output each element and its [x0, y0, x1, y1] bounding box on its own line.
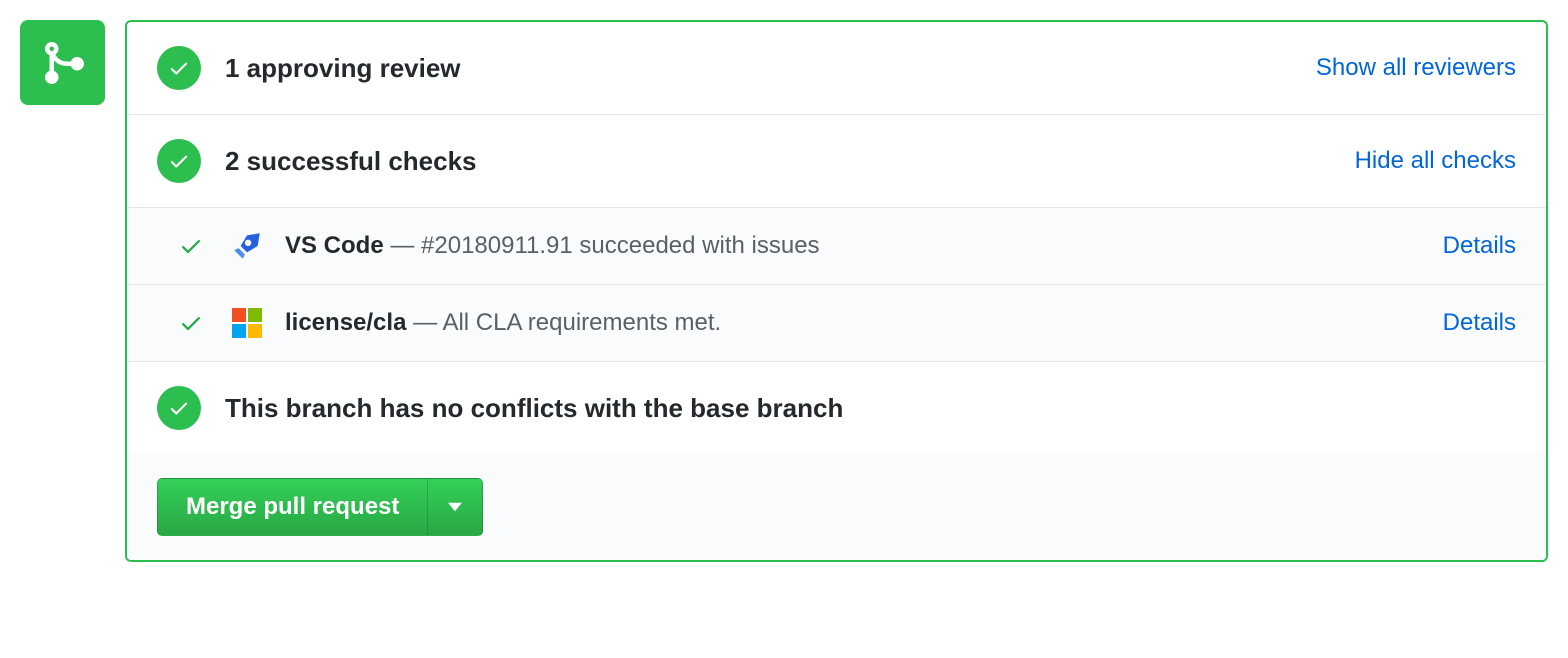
reviews-title: 1 approving review	[225, 53, 1316, 84]
check-name: VS Code	[285, 232, 384, 259]
merge-panel-container: 1 approving review Show all reviewers 2 …	[20, 20, 1548, 562]
hide-checks-link[interactable]: Hide all checks	[1355, 147, 1516, 175]
merge-button-group: Merge pull request	[157, 478, 483, 536]
azure-pipelines-icon	[229, 228, 265, 264]
show-reviewers-link[interactable]: Show all reviewers	[1316, 54, 1516, 82]
check-text: license/cla — All CLA requirements met.	[285, 309, 1443, 337]
conflicts-section: This branch has no conflicts with the ba…	[127, 362, 1546, 454]
conflicts-title: This branch has no conflicts with the ba…	[225, 393, 1516, 424]
git-merge-icon	[39, 39, 87, 87]
check-details-link[interactable]: Details	[1443, 309, 1516, 337]
merge-status-badge	[20, 20, 105, 105]
check-details-link[interactable]: Details	[1443, 232, 1516, 260]
check-text: VS Code — #20180911.91 succeeded with is…	[285, 232, 1443, 260]
check-description: All CLA requirements met.	[442, 309, 721, 336]
checks-section: 2 successful checks Hide all checks	[127, 115, 1546, 208]
reviews-section: 1 approving review Show all reviewers	[127, 22, 1546, 115]
check-circle-icon	[157, 46, 201, 90]
caret-down-icon	[448, 502, 462, 512]
check-separator: —	[406, 309, 442, 336]
check-item-vscode: VS Code — #20180911.91 succeeded with is…	[127, 208, 1546, 285]
microsoft-logo-icon	[229, 305, 265, 341]
merge-footer: Merge pull request	[127, 454, 1546, 560]
check-icon	[177, 309, 205, 337]
check-name: license/cla	[285, 309, 406, 336]
checks-title: 2 successful checks	[225, 146, 1355, 177]
merge-pull-request-button[interactable]: Merge pull request	[157, 478, 428, 536]
check-separator: —	[384, 232, 421, 259]
check-circle-icon	[157, 386, 201, 430]
merge-status-card: 1 approving review Show all reviewers 2 …	[125, 20, 1548, 562]
check-circle-icon	[157, 139, 201, 183]
check-item-license-cla: license/cla — All CLA requirements met. …	[127, 285, 1546, 362]
merge-dropdown-button[interactable]	[428, 478, 483, 536]
check-description: #20180911.91 succeeded with issues	[421, 232, 820, 259]
check-icon	[177, 232, 205, 260]
